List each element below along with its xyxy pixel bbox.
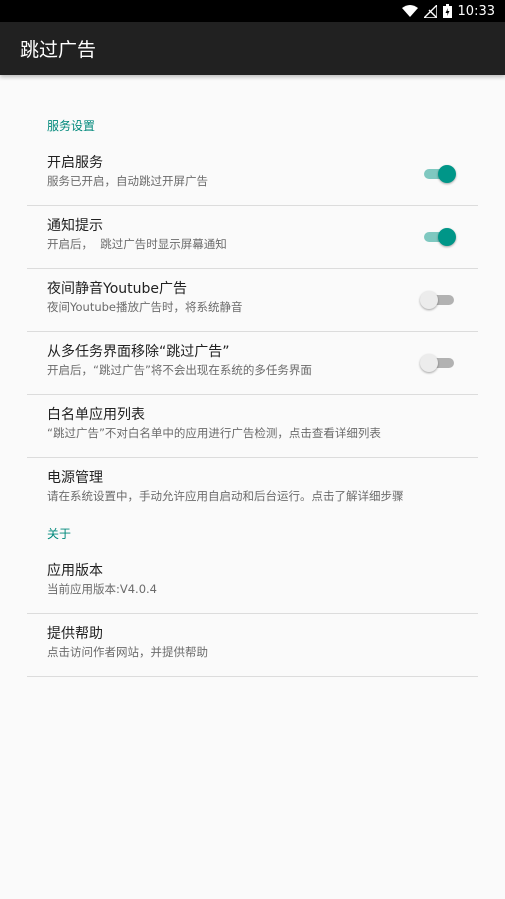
pref-hide-from-recents[interactable]: 从多任务界面移除“跳过广告” 开启后，“跳过广告”将不会出现在系统的多任务界面 <box>27 332 478 395</box>
category-service-settings: 服务设置 <box>47 119 96 133</box>
switch-thumb <box>438 228 456 246</box>
pref-notification[interactable]: 通知提示 开启后， 跳过广告时显示屏幕通知 <box>27 206 478 269</box>
pref-summary: “跳过广告”不对白名单中的应用进行广告检测，点击查看详细列表 <box>47 426 381 440</box>
signal-icon <box>423 4 437 18</box>
app-bar: 跳过广告 <box>0 22 505 75</box>
settings-list: 服务设置 开启服务 服务已开启，自动跳过开屏广告 通知提示 开启后， 跳过广告时… <box>0 75 505 899</box>
switch-thumb <box>420 291 438 309</box>
pref-title: 开启服务 <box>47 155 103 171</box>
page-title: 跳过广告 <box>20 39 97 61</box>
pref-title: 通知提示 <box>47 218 103 234</box>
pref-enable-service[interactable]: 开启服务 服务已开启，自动跳过开屏广告 <box>27 143 478 206</box>
pref-app-version[interactable]: 应用版本 当前应用版本:V4.0.4 <box>27 551 478 614</box>
pref-summary: 开启后， 跳过广告时显示屏幕通知 <box>47 237 227 251</box>
status-time: 10:33 <box>457 3 495 19</box>
mute-youtube-switch[interactable] <box>420 290 456 310</box>
pref-power-management[interactable]: 电源管理 请在系统设置中，手动允许应用自启动和后台运行。点击了解详细步骤 <box>27 458 478 521</box>
pref-title: 从多任务界面移除“跳过广告” <box>47 344 230 360</box>
pref-summary: 点击访问作者网站，并提供帮助 <box>47 645 208 659</box>
enable-service-switch[interactable] <box>424 164 456 184</box>
notification-switch[interactable] <box>424 227 456 247</box>
pref-title: 白名单应用列表 <box>47 407 145 423</box>
status-bar: 10:33 <box>0 0 505 22</box>
pref-summary: 夜间Youtube播放广告时，将系统静音 <box>47 300 243 314</box>
pref-whitelist[interactable]: 白名单应用列表 “跳过广告”不对白名单中的应用进行广告检测，点击查看详细列表 <box>27 395 478 458</box>
wifi-icon <box>401 5 418 17</box>
pref-title: 夜间静音Youtube广告 <box>47 281 187 297</box>
switch-thumb <box>438 165 456 183</box>
pref-summary: 请在系统设置中，手动允许应用自启动和后台运行。点击了解详细步骤 <box>47 489 404 503</box>
pref-summary: 服务已开启，自动跳过开屏广告 <box>47 174 208 188</box>
pref-title: 应用版本 <box>47 563 103 579</box>
switch-thumb <box>420 354 438 372</box>
pref-summary: 当前应用版本:V4.0.4 <box>47 582 158 596</box>
pref-mute-youtube-ads[interactable]: 夜间静音Youtube广告 夜间Youtube播放广告时，将系统静音 <box>27 269 478 332</box>
hide-from-recents-switch[interactable] <box>420 353 456 373</box>
category-about: 关于 <box>47 527 72 541</box>
pref-title: 提供帮助 <box>47 626 103 642</box>
battery-icon <box>442 4 452 18</box>
pref-summary: 开启后，“跳过广告”将不会出现在系统的多任务界面 <box>47 363 312 377</box>
pref-title: 电源管理 <box>47 470 103 486</box>
pref-provide-help[interactable]: 提供帮助 点击访问作者网站，并提供帮助 <box>27 614 478 677</box>
